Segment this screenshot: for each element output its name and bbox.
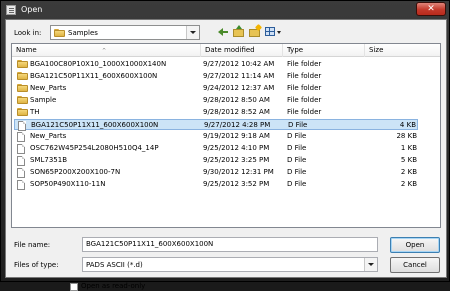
new-folder-icon[interactable] (248, 23, 263, 39)
item-date: 9/19/2012 9:18 AM (203, 132, 270, 140)
list-item[interactable]: New_Parts 9/24/2012 12:37 AM File folder (14, 83, 418, 94)
item-size: 4 KB (399, 121, 416, 129)
up-folder-icon[interactable] (232, 25, 246, 39)
item-type: File folder (287, 108, 322, 116)
file-icon (18, 121, 26, 131)
column-header-size[interactable]: Size (365, 44, 440, 57)
window-title: Open (21, 5, 43, 14)
item-name: BGA121C50P11X11_600X600X100N (30, 72, 158, 80)
item-size: 2 KB (400, 180, 417, 188)
item-date: 9/25/2012 3:52 PM (203, 180, 270, 188)
lookin-value: Samples (68, 29, 98, 37)
item-type: D File (287, 168, 307, 176)
list-item[interactable]: SON65P200X200X100-7N 9/30/2012 12:31 PM … (14, 167, 418, 178)
list-item[interactable]: New_Parts 9/19/2012 9:18 AM D File 28 KB (14, 131, 418, 142)
filename-label: File name: (14, 241, 51, 249)
item-type: File folder (287, 96, 322, 104)
item-name: TH (30, 108, 40, 116)
list-item[interactable]: SOP50P490X110-11N 9/25/2012 3:52 PM D Fi… (14, 179, 418, 190)
folder-icon (54, 29, 65, 37)
column-header-name[interactable]: Name ^ (12, 44, 201, 57)
cancel-button[interactable]: Cancel (390, 257, 440, 273)
item-date: 9/27/2012 4:28 PM (204, 121, 271, 129)
file-icon (17, 132, 25, 142)
item-name: SON65P200X200X100-7N (30, 168, 121, 176)
filename-input[interactable]: BGA121C50P11X11_600X600X100N (82, 237, 378, 252)
item-type: D File (287, 156, 307, 164)
item-name: BGA121C50P11X11_600X600X100N (31, 121, 159, 129)
list-item[interactable]: SML7351B 9/25/2012 3:25 PM D File 5 KB (14, 155, 418, 166)
folder-icon (17, 72, 28, 80)
file-icon (17, 180, 25, 190)
item-name: BGA100C80P10X10_1000X1000X140N (30, 60, 167, 68)
item-name: Sample (30, 96, 57, 104)
list-item[interactable]: TH 9/28/2012 8:52 AM File folder (14, 107, 418, 118)
folder-icon (17, 108, 28, 116)
column-header-type[interactable]: Type (283, 44, 365, 57)
column-date-label: Date modified (205, 46, 255, 54)
column-size-label: Size (369, 46, 384, 54)
dialog-body: Look in: Samples Name ^ Date modified Ty… (5, 19, 447, 291)
file-icon (17, 156, 25, 166)
item-type: D File (287, 132, 307, 140)
lookin-combo[interactable]: Samples (50, 25, 200, 40)
item-name: New_Parts (30, 132, 67, 140)
folder-icon (17, 84, 28, 92)
item-type: File folder (287, 72, 322, 80)
item-name: OSC762W45P254L2080H510Q4_14P (30, 144, 159, 152)
list-item[interactable]: OSC762W45P254L2080H510Q4_14P 9/25/2012 4… (14, 143, 418, 154)
item-size: 5 KB (400, 156, 417, 164)
open-dialog: Open ✕ Look in: Samples Name ^ Date modi… (0, 0, 450, 291)
item-date: 9/30/2012 12:31 PM (203, 168, 274, 176)
title-bar[interactable]: Open ✕ (1, 1, 450, 19)
item-type: File folder (287, 60, 322, 68)
column-name-label: Name (16, 46, 37, 54)
item-date: 9/25/2012 3:25 PM (203, 156, 270, 164)
chevron-down-icon[interactable] (186, 26, 199, 39)
folder-icon (17, 96, 28, 104)
back-arrow-icon[interactable] (216, 25, 230, 39)
dialog-app-icon (6, 5, 16, 15)
list-item[interactable]: BGA100C80P10X10_1000X1000X140N 9/27/2012… (14, 59, 418, 70)
item-date: 9/25/2012 4:10 PM (203, 144, 270, 152)
item-type: File folder (287, 84, 322, 92)
list-item[interactable]: Sample 9/28/2012 8:50 AM File folder (14, 95, 418, 106)
file-icon (17, 168, 25, 178)
list-item-selected[interactable]: BGA121C50P11X11_600X600X100N 9/27/2012 4… (14, 119, 418, 131)
item-size: 28 KB (396, 132, 417, 140)
close-button[interactable]: ✕ (416, 2, 446, 16)
item-date: 9/28/2012 8:52 AM (203, 108, 270, 116)
item-name: New_Parts (30, 84, 67, 92)
column-header-date[interactable]: Date modified (201, 44, 283, 57)
item-date: 9/24/2012 12:37 AM (203, 84, 275, 92)
item-date: 9/27/2012 11:14 AM (203, 72, 275, 80)
folder-icon (17, 60, 28, 68)
item-name: SML7351B (30, 156, 67, 164)
filetype-label: Files of type: (14, 261, 59, 269)
list-item[interactable]: BGA121C50P11X11_600X600X100N 9/27/2012 1… (14, 71, 418, 82)
file-list[interactable]: Name ^ Date modified Type Size BGA100C80… (11, 43, 441, 228)
column-type-label: Type (287, 46, 304, 54)
chevron-down-icon[interactable] (364, 258, 377, 271)
readonly-label[interactable]: Open as read-only (81, 282, 145, 290)
filetype-select[interactable]: PADS ASCII (*.d) (82, 257, 378, 272)
sort-caret-icon: ^ (102, 48, 107, 54)
item-type: D File (287, 144, 307, 152)
filetype-value: PADS ASCII (*.d) (86, 261, 143, 269)
item-type: D File (288, 121, 308, 129)
view-menu-icon[interactable] (264, 25, 282, 39)
item-size: 2 KB (400, 168, 417, 176)
item-name: SOP50P490X110-11N (30, 180, 106, 188)
item-type: D File (287, 180, 307, 188)
item-size: 1 KB (400, 144, 417, 152)
list-header: Name ^ Date modified Type Size (12, 44, 440, 57)
item-date: 9/28/2012 8:50 AM (203, 96, 270, 104)
lookin-label: Look in: (14, 29, 42, 37)
open-button[interactable]: Open (390, 237, 440, 253)
item-date: 9/27/2012 10:42 AM (203, 60, 275, 68)
readonly-checkbox[interactable] (70, 283, 78, 291)
close-icon: ✕ (427, 4, 435, 14)
file-icon (17, 144, 25, 154)
